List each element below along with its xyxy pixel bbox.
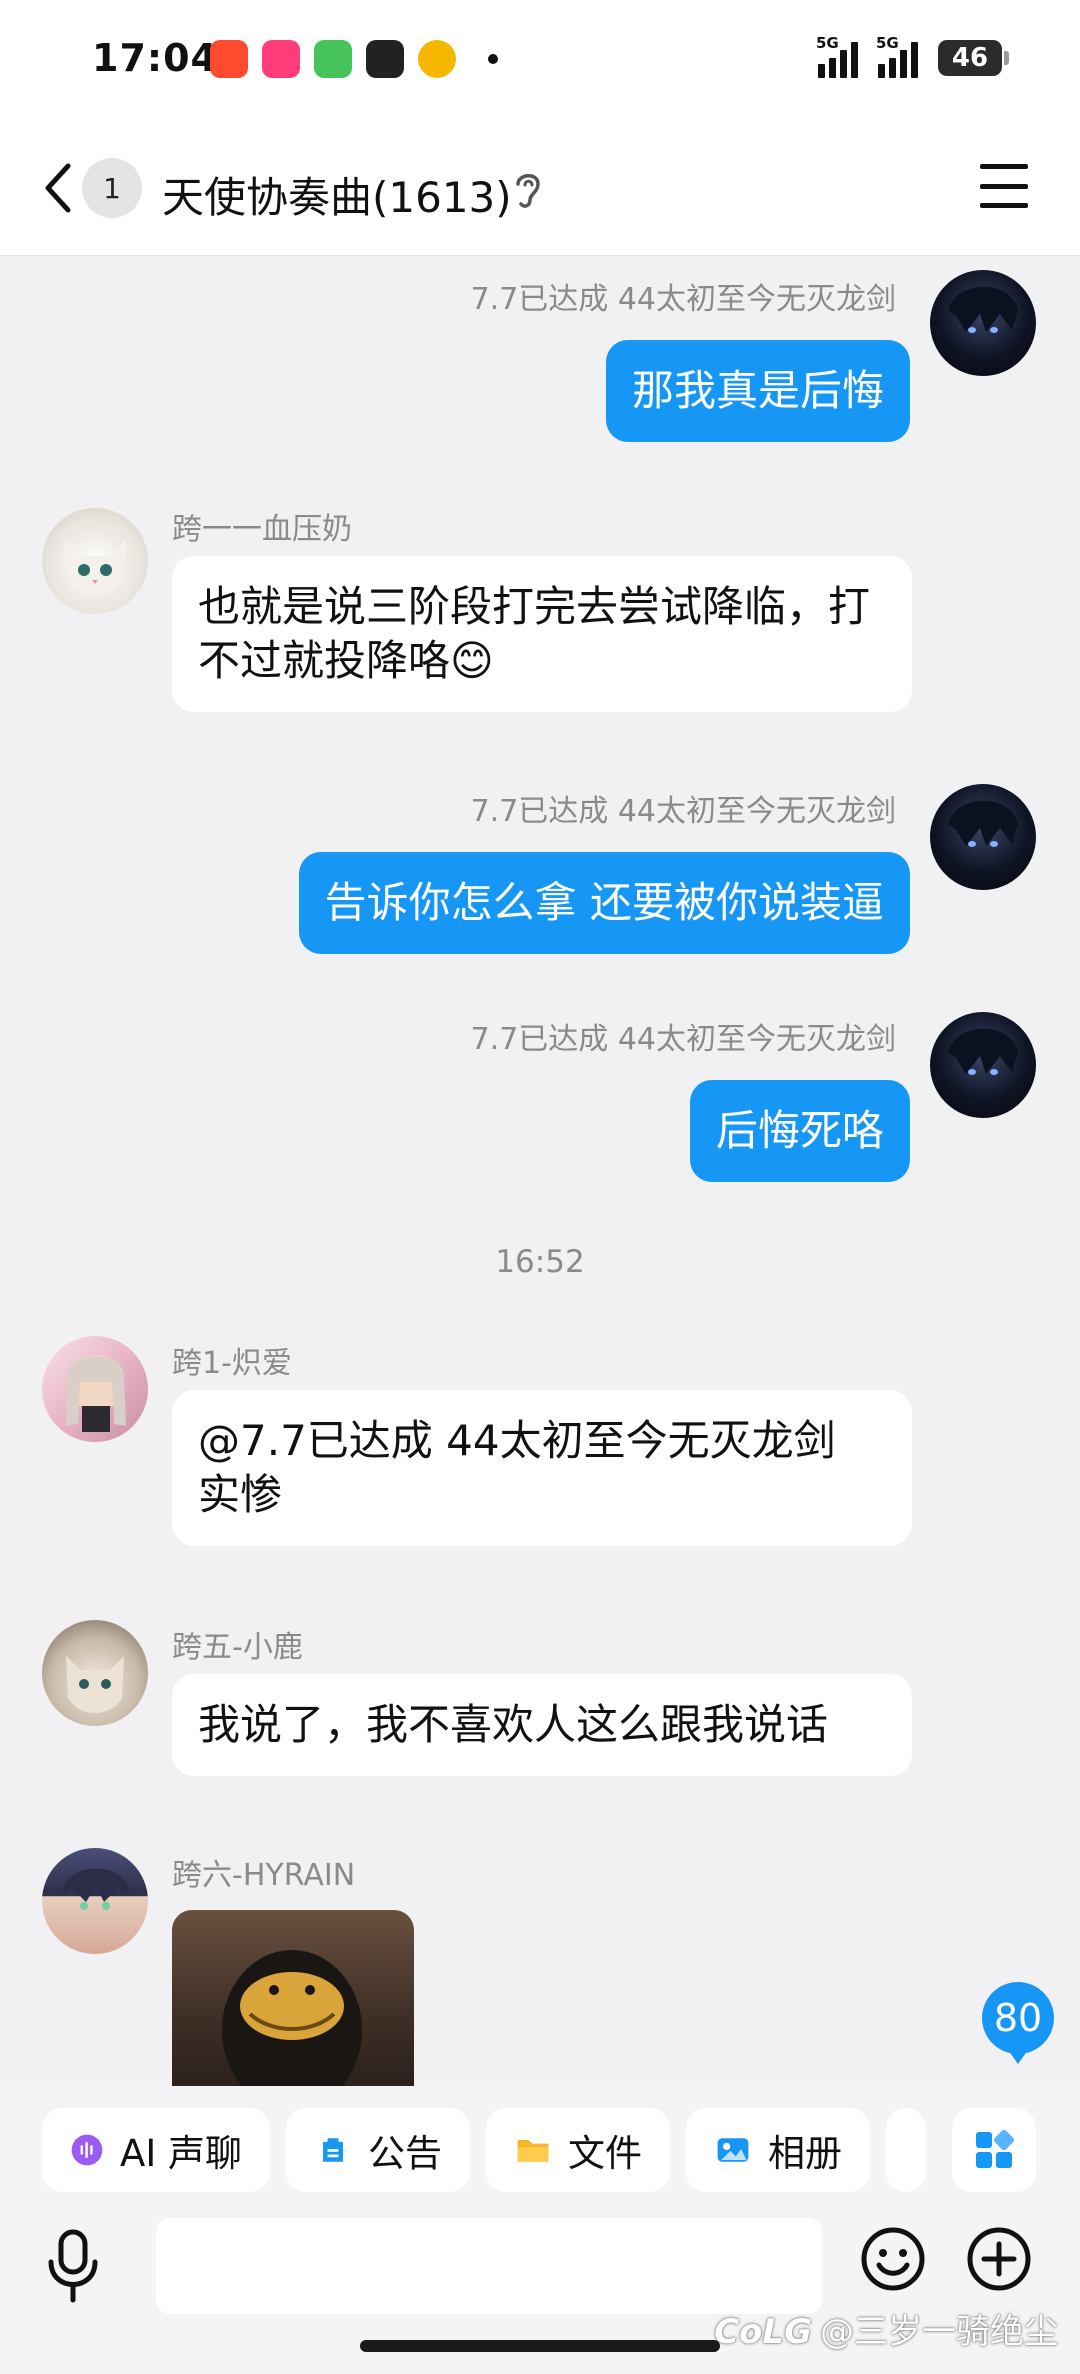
menu-icon[interactable] [980,164,1028,208]
quick-action-files[interactable]: 文件 [486,2108,670,2192]
status-app-icons [210,40,498,78]
quick-action-ai-voice[interactable]: AI 声聊 [42,2108,270,2192]
chat-messages[interactable]: 7.7已达成 44太初至今无灭龙剑 那我真是后悔 跨一一血压奶 也就是说三阶段打… [0,256,1080,2086]
ai-voice-icon [71,2134,103,2166]
group-title[interactable]: 天使协奏曲(1613) [162,164,512,225]
anime-boy-avatar-icon [948,286,1018,333]
sender-name: 跨五-小鹿 [172,1630,303,1665]
watermark: CoLG @三岁一骑绝尘 [714,2304,1058,2353]
message-bubble[interactable]: 也就是说三阶段打完去尝试降临，打不过就投降咯😊 [172,556,912,712]
cat-avatar-icon [64,538,126,596]
time-separator: 16:52 [495,1244,585,1280]
player-app-icon [314,40,352,78]
unread-count-badge[interactable]: 1 [82,158,142,218]
chat-header: 1 天使协奏曲(1613) [0,120,1080,256]
news-app-icon [366,40,404,78]
quick-action-more-partial[interactable] [886,2108,926,2192]
home-indicator[interactable] [360,2340,720,2352]
apps-grid-icon [976,2130,1014,2168]
anime-boy-avatar-icon [62,1868,130,1910]
microphone-icon[interactable] [42,2226,104,2306]
anime-boy-avatar-icon [948,800,1018,847]
sender-name: 跨1-炽爱 [172,1346,292,1381]
emoji-icon[interactable] [860,2226,926,2292]
folder-icon [517,2140,549,2162]
shopping-app-icon [262,40,300,78]
anime-girl-avatar-icon [66,1355,126,1432]
avatar[interactable] [930,1012,1036,1118]
network-type-1: 5G [816,34,839,52]
album-icon [717,2138,749,2162]
quick-action-label: 相册 [768,2132,842,2175]
cat-avatar-icon [66,1656,124,1713]
avatar[interactable] [42,1848,148,1954]
image-message[interactable] [172,1910,414,2086]
network-type-2: 5G [876,34,899,52]
status-time: 17:04 [92,36,218,80]
message-bubble[interactable]: 那我真是后悔 [605,340,910,442]
watermark-logo: CoLG [714,2312,812,2352]
signal-2-icon: 5G [876,34,918,78]
signal-1-icon: 5G [816,34,858,78]
avatar[interactable] [930,784,1036,890]
quick-action-label: AI 声聊 [120,2132,242,2175]
status-indicators: 5G 5G 46 [816,34,1009,78]
quick-action-label: 文件 [568,2132,642,2175]
sender-name: 跨六-HYRAIN [172,1858,356,1893]
video-app-icon [210,40,248,78]
apps-grid-button[interactable] [952,2108,1036,2192]
message-bubble[interactable]: @7.7已达成 44太初至今无灭龙剑 实惨 [172,1390,912,1546]
sender-name: 7.7已达成 44太初至今无灭龙剑 [470,282,896,317]
announcement-icon [323,2138,343,2162]
status-bar: 17:04 5G 5G 46 [0,0,1080,120]
ear-icon[interactable] [510,166,546,212]
sender-name: 7.7已达成 44太初至今无灭龙剑 [470,794,896,829]
sender-name: 7.7已达成 44太初至今无灭龙剑 [470,1022,896,1057]
anime-boy-avatar-icon [948,1028,1018,1075]
battery-icon: 46 [938,40,1009,76]
quick-action-label: 公告 [368,2132,442,2175]
avatar[interactable] [42,1336,148,1442]
message-bubble[interactable]: 后悔死咯 [689,1080,910,1182]
more-notifications-dot [488,54,498,64]
watermark-text: @三岁一骑绝尘 [820,2312,1058,2352]
avatar[interactable] [930,270,1036,376]
battery-level: 46 [951,43,989,73]
message-bubble[interactable]: 我说了，我不喜欢人这么跟我说话 [172,1674,912,1776]
quick-action-album[interactable]: 相册 [686,2108,870,2192]
avatar[interactable] [42,1620,148,1726]
weibo-app-icon [418,40,456,78]
plus-icon[interactable] [966,2226,1032,2292]
back-arrow-icon[interactable] [36,158,84,218]
message-input[interactable] [156,2218,822,2314]
duck-meme-image [222,1950,362,2086]
quick-action-announcement[interactable]: 公告 [286,2108,470,2192]
sender-name: 跨一一血压奶 [172,512,352,547]
message-bubble[interactable]: 告诉你怎么拿 还要被你说装逼 [298,852,910,954]
avatar[interactable] [42,508,148,614]
new-message-count-badge[interactable]: 80 [982,1982,1054,2064]
